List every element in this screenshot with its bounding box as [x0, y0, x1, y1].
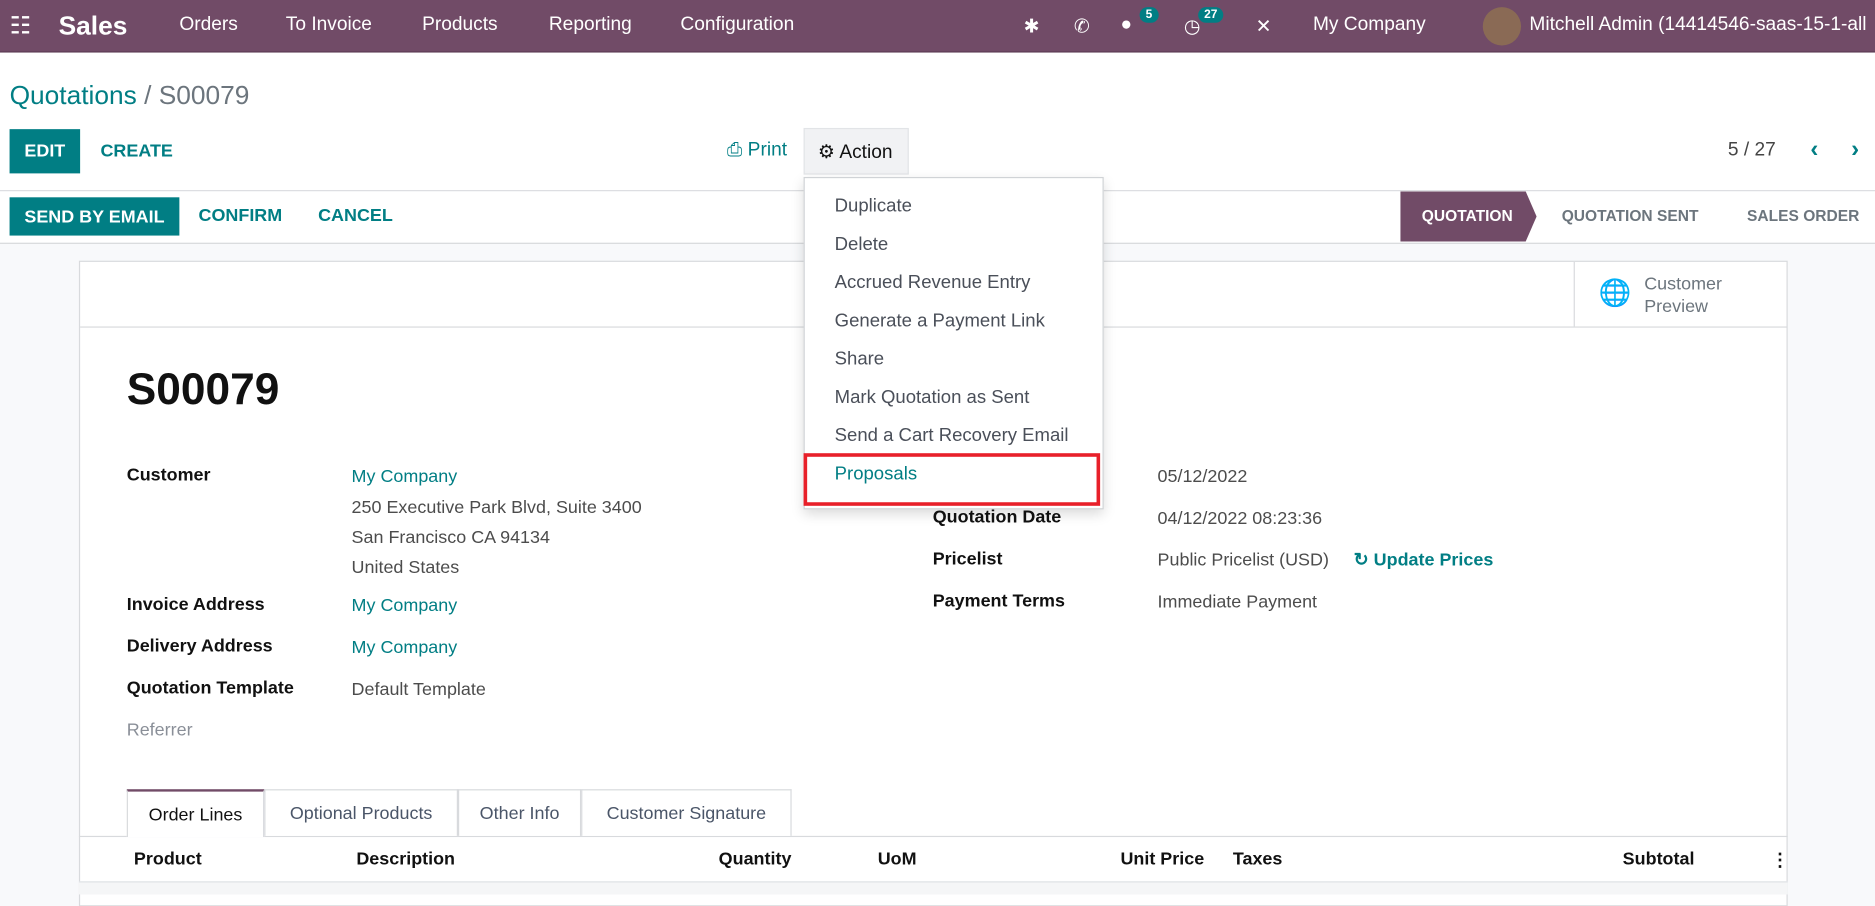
column-quantity[interactable]: Quantity	[719, 849, 792, 869]
tab-optional-products[interactable]: Optional Products	[264, 789, 458, 836]
tabs-divider	[78, 835, 1788, 838]
print-button[interactable]: ⎙ Print	[727, 140, 787, 162]
quotation-template-value[interactable]: Default Template	[352, 679, 486, 699]
menu-item-delete[interactable]: Delete	[835, 234, 889, 256]
breadcrumb-quotations[interactable]: Quotations	[10, 80, 137, 110]
confirm-button[interactable]: CONFIRM	[199, 206, 283, 226]
action-label: Action	[839, 142, 893, 163]
invoice-address-label: Invoice Address	[126, 594, 265, 615]
invoice-address-link[interactable]: My Company	[352, 596, 458, 616]
menu-item-duplicate[interactable]: Duplicate	[835, 196, 912, 218]
activities-badge: 27	[1198, 7, 1224, 23]
app-name[interactable]: Sales	[59, 11, 128, 42]
stage-quotation-sent[interactable]: QUOTATION SENT	[1562, 207, 1699, 225]
column-description[interactable]: Description	[356, 849, 455, 869]
avatar[interactable]	[1482, 7, 1522, 46]
stage-quotation[interactable]: QUOTATION	[1400, 191, 1537, 242]
menu-item-share[interactable]: Share	[835, 349, 884, 371]
referrer-label: Referrer	[126, 719, 193, 741]
apps-menu-icon[interactable]: ☷	[10, 11, 31, 41]
pricelist-value[interactable]: Public Pricelist (USD)	[1158, 550, 1329, 570]
column-subtotal[interactable]: Subtotal	[1623, 849, 1695, 869]
address-line: San Francisco CA 94134	[351, 527, 550, 548]
user-menu[interactable]: Mitchell Admin (14414546-saas-15-1-all	[1529, 14, 1866, 36]
highlight-box	[803, 453, 1101, 506]
globe-icon: 🌐	[1598, 277, 1632, 308]
menu-item-generate-payment-link[interactable]: Generate a Payment Link	[835, 311, 1045, 333]
gear-icon: ⚙	[817, 142, 836, 163]
customer-link[interactable]: My Company	[352, 466, 458, 486]
breadcrumb: Quotations / S00079	[9, 80, 250, 111]
menu-to-invoice[interactable]: To Invoice	[286, 14, 372, 36]
menu-orders[interactable]: Orders	[179, 14, 237, 36]
column-uom[interactable]: UoM	[878, 849, 917, 869]
column-taxes[interactable]: Taxes	[1233, 849, 1283, 869]
table-row[interactable]	[78, 881, 1788, 895]
menu-products[interactable]: Products	[422, 14, 498, 36]
address-line: United States	[351, 557, 460, 578]
tab-order-lines[interactable]: Order Lines	[126, 789, 265, 838]
optional-columns-icon[interactable]: ⋮	[1771, 849, 1789, 870]
print-icon: ⎙	[727, 139, 743, 161]
create-button[interactable]: CREATE	[100, 141, 172, 161]
menu-item-mark-as-sent[interactable]: Mark Quotation as Sent	[835, 387, 1030, 409]
update-prices-button[interactable]: ↻ Update Prices	[1353, 549, 1494, 571]
edit-button[interactable]: EDIT	[9, 129, 81, 174]
tab-other-info[interactable]: Other Info	[457, 789, 582, 836]
cancel-button[interactable]: CANCEL	[318, 206, 393, 226]
chat-icon[interactable]: ●	[1120, 14, 1132, 36]
send-by-email-button[interactable]: SEND BY EMAIL	[9, 197, 180, 236]
previous-record-icon[interactable]: ‹	[1810, 136, 1818, 164]
menu-reporting[interactable]: Reporting	[549, 14, 632, 36]
next-record-icon[interactable]: ›	[1851, 136, 1859, 164]
menu-item-cart-recovery-email[interactable]: Send a Cart Recovery Email	[835, 426, 1069, 448]
menu-configuration[interactable]: Configuration	[680, 14, 794, 36]
stage-sales-order[interactable]: SALES ORDER	[1747, 207, 1859, 225]
tab-customer-signature[interactable]: Customer Signature	[581, 789, 792, 836]
column-product[interactable]: Product	[134, 849, 202, 869]
customer-preview-label: Customer Preview	[1644, 273, 1722, 317]
tools-icon[interactable]: ✕	[1256, 14, 1272, 38]
top-navbar: ☷ Sales Orders To Invoice Products Repor…	[0, 0, 1875, 53]
record-title: S00079	[126, 364, 280, 414]
menu-item-accrued-revenue-entry[interactable]: Accrued Revenue Entry	[835, 273, 1031, 295]
quotation-date-label: Quotation Date	[932, 507, 1062, 528]
expiration-value[interactable]: 05/12/2022	[1158, 466, 1248, 486]
breadcrumb-current: S00079	[158, 80, 250, 111]
quotation-date-value[interactable]: 04/12/2022 08:23:36	[1158, 508, 1323, 528]
delivery-address-link[interactable]: My Company	[352, 637, 458, 657]
phone-icon[interactable]: ✆	[1074, 14, 1090, 38]
column-unit-price[interactable]: Unit Price	[1120, 849, 1204, 869]
print-label: Print	[747, 139, 788, 161]
action-button[interactable]: ⚙ Action	[803, 127, 909, 175]
payment-terms-value[interactable]: Immediate Payment	[1158, 592, 1318, 612]
delivery-address-label: Delivery Address	[126, 636, 273, 657]
bug-icon[interactable]: ✱	[1024, 14, 1040, 38]
quotation-template-label: Quotation Template	[126, 678, 294, 699]
company-switcher[interactable]: My Company	[1313, 14, 1426, 36]
pricelist-label: Pricelist	[932, 548, 1003, 570]
messages-badge: 5	[1139, 7, 1159, 23]
customer-preview-button[interactable]: 🌐 Customer Preview	[1573, 261, 1787, 327]
customer-label: Customer	[126, 465, 211, 486]
payment-terms-label: Payment Terms	[932, 590, 1065, 612]
action-dropdown-menu: Duplicate Delete Accrued Revenue Entry G…	[803, 176, 1104, 510]
pager-value[interactable]: 5 / 27	[1728, 140, 1776, 162]
refresh-icon: ↻	[1353, 550, 1369, 571]
update-prices-label: Update Prices	[1373, 550, 1494, 571]
address-line: 250 Executive Park Blvd, Suite 3400	[351, 497, 642, 518]
